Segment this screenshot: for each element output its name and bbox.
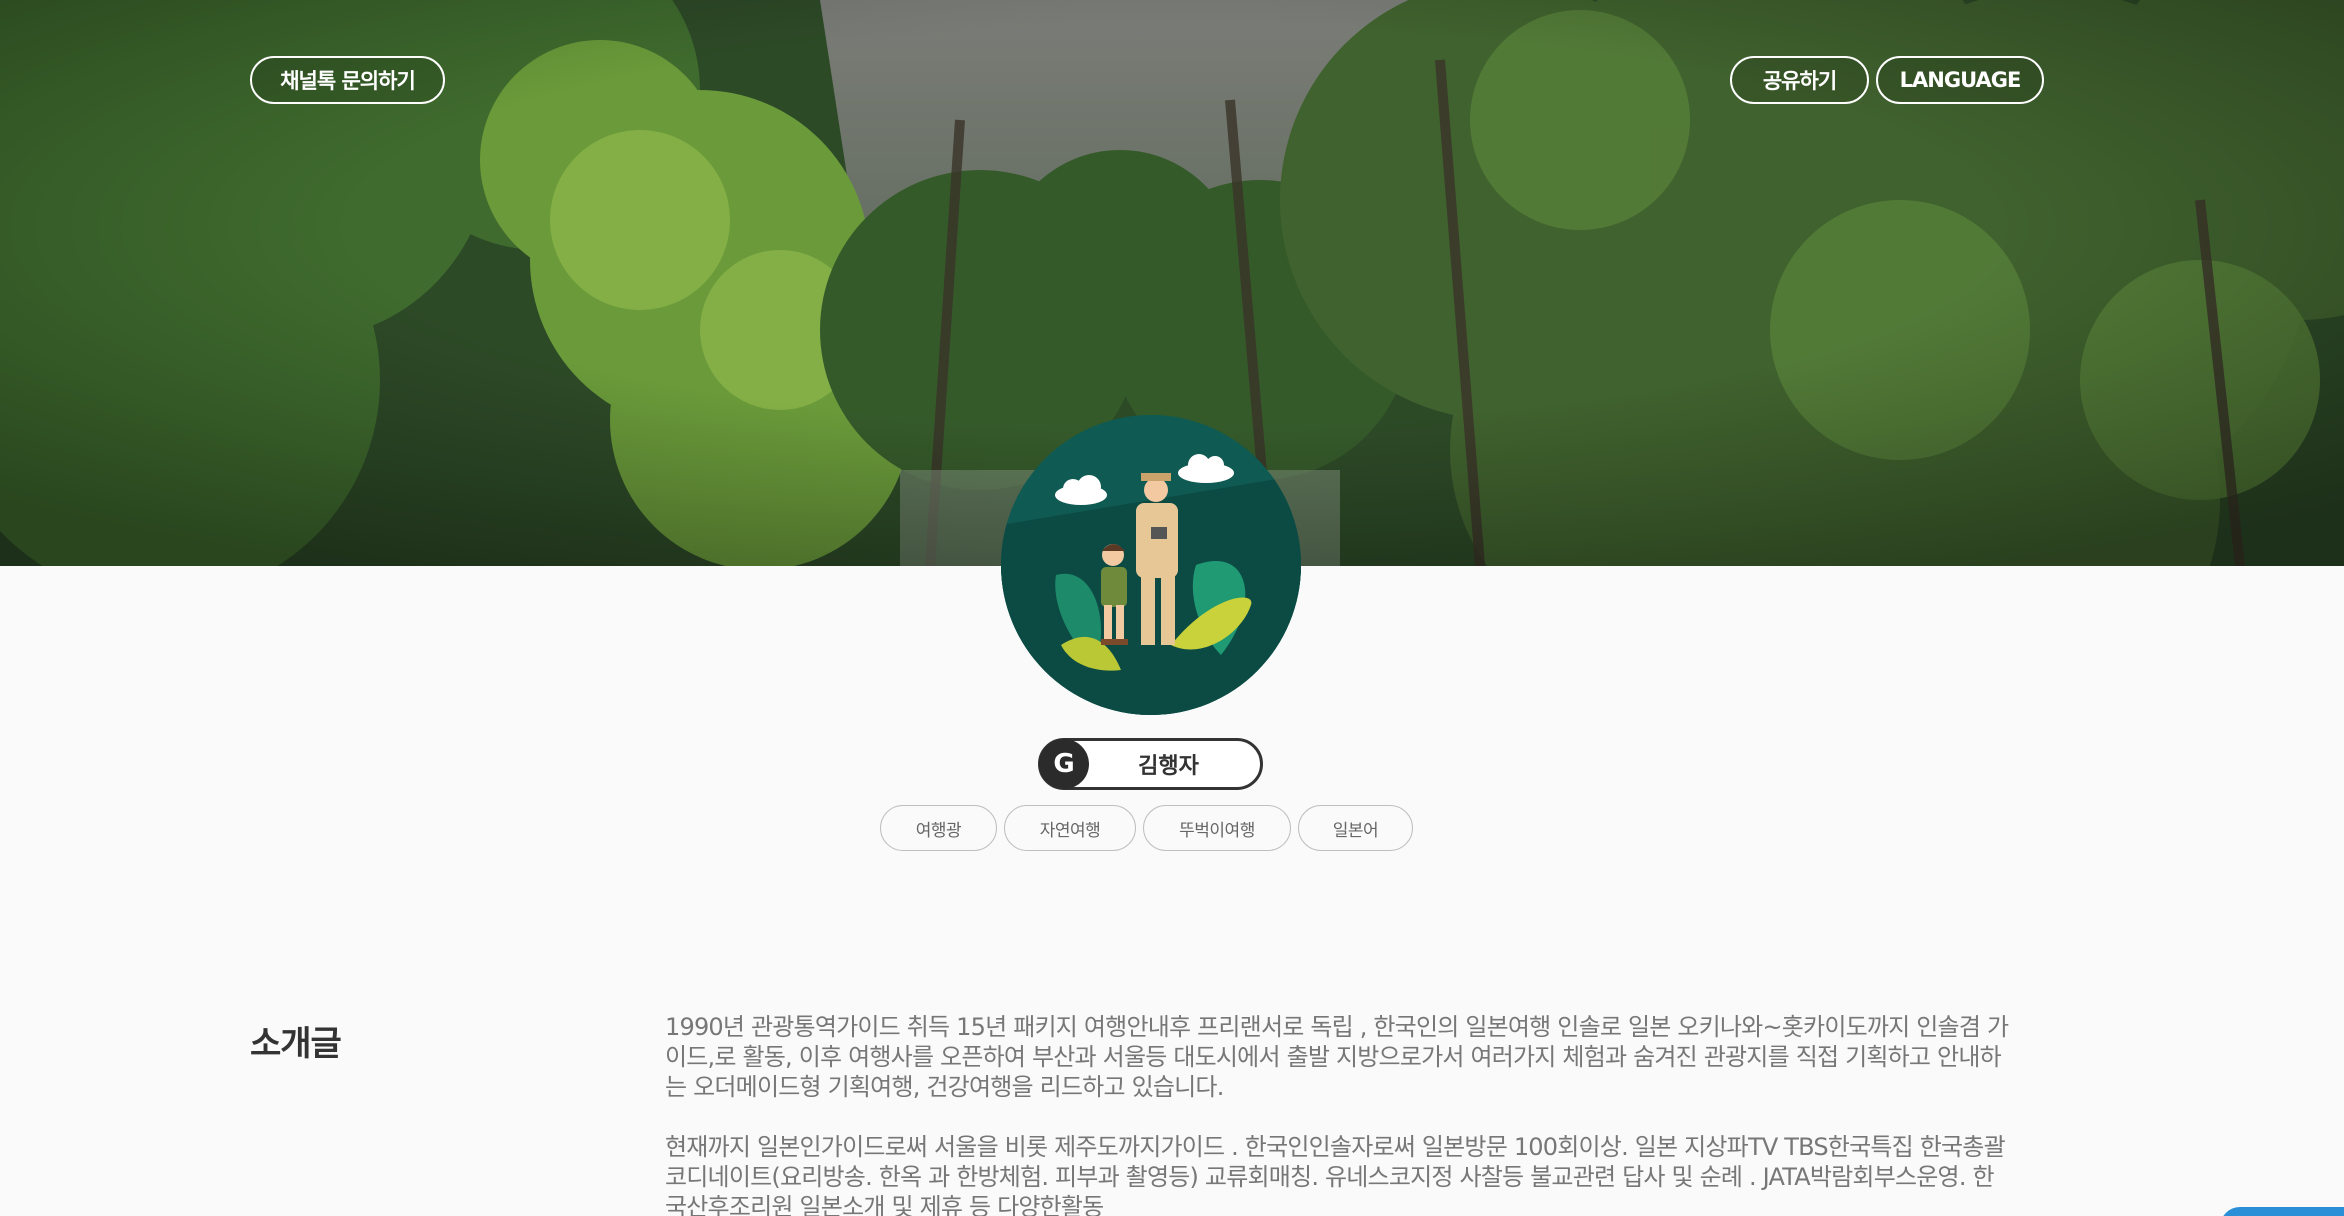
guide-name: 김행자 bbox=[1138, 754, 1199, 779]
tag-item[interactable]: 여행광 bbox=[880, 805, 997, 851]
intro-text: 1990년 관광통역가이드 취득 15년 패키지 여행안내후 프리랜서로 독립 … bbox=[665, 1012, 2015, 1216]
share-button[interactable]: 공유하기 bbox=[1730, 56, 1869, 104]
intro-heading: 소개글 bbox=[250, 1024, 342, 1064]
guide-name-chip[interactable]: G 김행자 bbox=[1038, 738, 1263, 790]
guide-badge-icon: G bbox=[1039, 739, 1089, 789]
profile-avatar bbox=[1001, 415, 1301, 715]
language-button[interactable]: LANGUAGE bbox=[1876, 56, 2044, 104]
tag-item[interactable]: 뚜벅이여행 bbox=[1143, 805, 1291, 851]
floating-action-button[interactable] bbox=[2220, 1207, 2344, 1216]
tag-list: 여행광 자연여행 뚜벅이여행 일본어 bbox=[880, 805, 1480, 851]
intro-paragraph: 1990년 관광통역가이드 취득 15년 패키지 여행안내후 프리랜서로 독립 … bbox=[665, 1013, 2009, 1101]
tag-item[interactable]: 자연여행 bbox=[1004, 805, 1136, 851]
intro-paragraph: 현재까지 일본인가이드로써 서울을 비롯 제주도까지가이드 . 한국인인솔자로써… bbox=[665, 1133, 2006, 1216]
kakao-channel-button[interactable]: 채널톡 문의하기 bbox=[250, 56, 445, 104]
traveler-illustration-icon bbox=[1001, 415, 1301, 715]
tag-item[interactable]: 일본어 bbox=[1298, 805, 1413, 851]
